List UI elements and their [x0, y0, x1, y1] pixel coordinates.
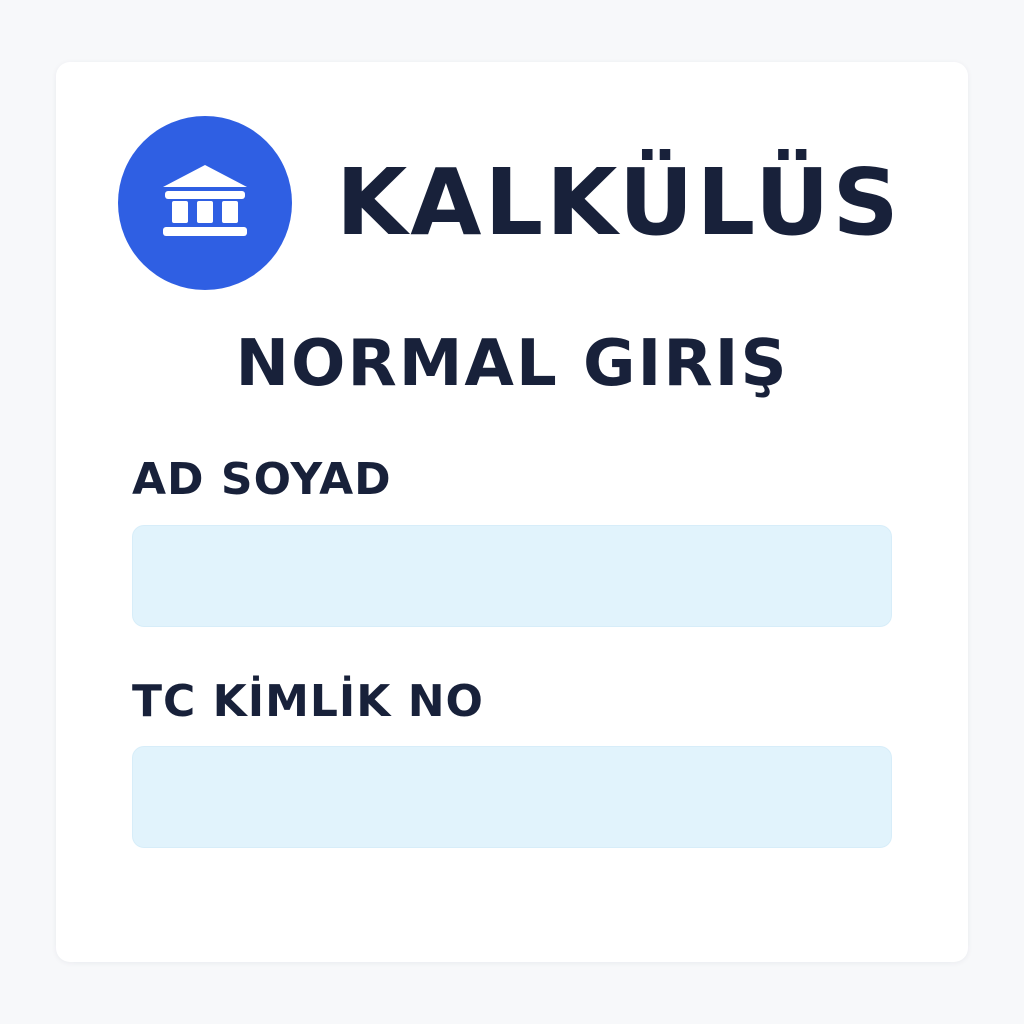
name-field-label: AD SOYAD [132, 454, 392, 505]
tc-id-field-label: TC KİMLİK NO [132, 676, 484, 727]
brand-header: KALKÜLÜS [118, 116, 902, 290]
tc-id-input[interactable] [132, 746, 892, 848]
login-card: KALKÜLÜS NORMAL GIRIŞ AD SOYAD TC KİMLİK… [56, 62, 968, 962]
name-input[interactable] [132, 525, 892, 627]
app-title: KALKÜLÜS [336, 149, 902, 256]
form-title: NORMAL GIRIŞ [235, 327, 789, 401]
bank-icon-glyph [163, 165, 247, 236]
bank-icon [118, 116, 292, 290]
